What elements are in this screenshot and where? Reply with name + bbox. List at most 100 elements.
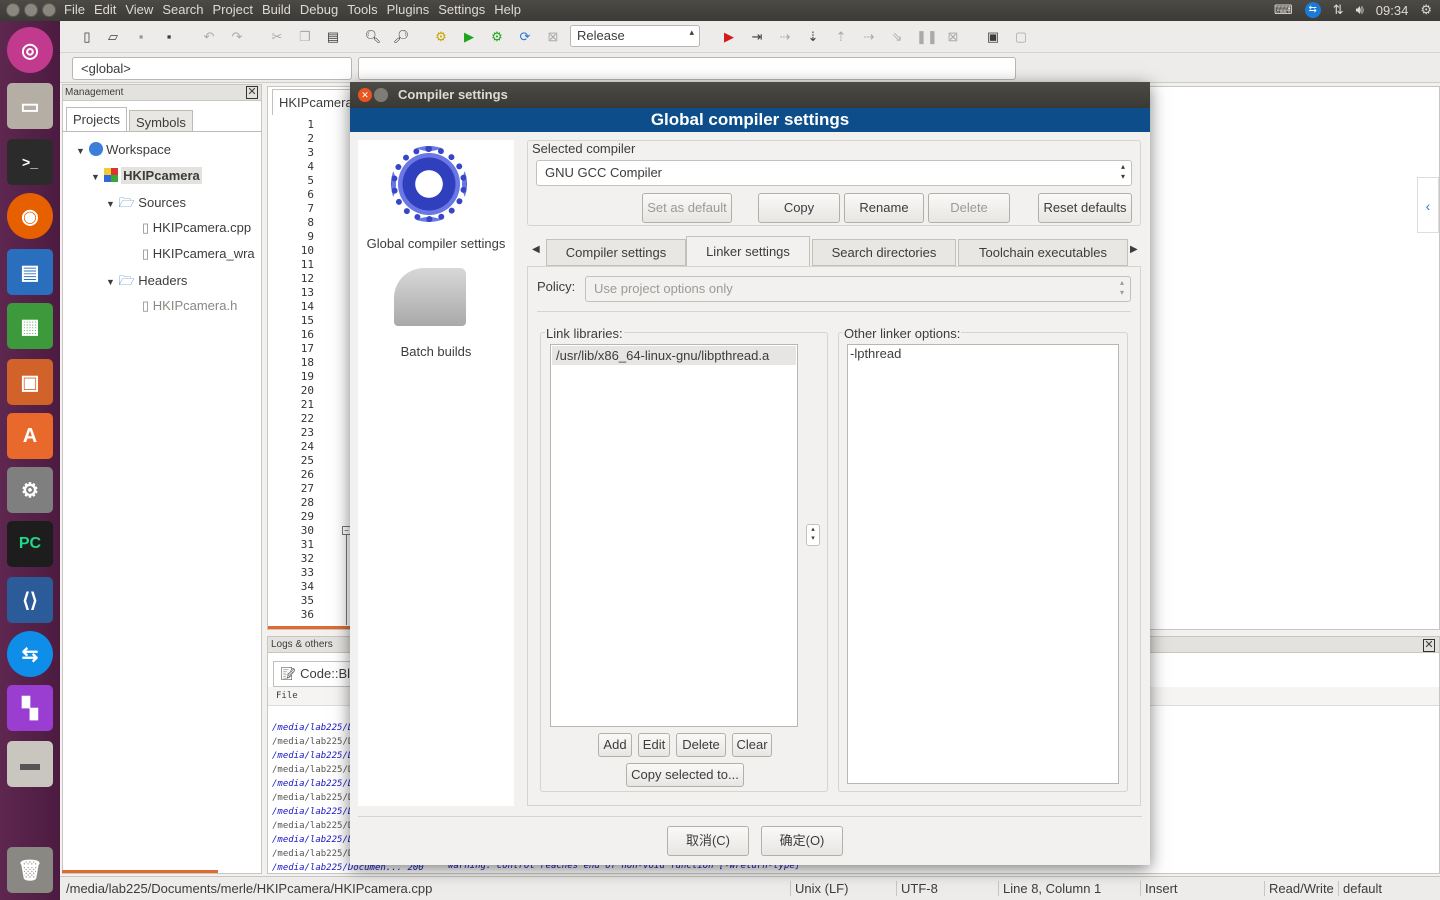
stop-debug-icon[interactable]: ⊠: [944, 28, 962, 46]
menu-view[interactable]: View: [125, 2, 153, 17]
writer-icon[interactable]: ▤: [7, 249, 53, 295]
trash-icon[interactable]: 🗑︎: [7, 847, 53, 893]
vscode-icon[interactable]: ⟨⟩: [7, 577, 53, 623]
delete-button[interactable]: Delete: [928, 193, 1010, 223]
paste-icon[interactable]: ▤: [324, 28, 342, 46]
tab-compiler-settings[interactable]: Compiler settings: [546, 239, 686, 266]
compiler-select[interactable]: GNU GCC Compiler ▴ ▾: [536, 160, 1132, 186]
save-icon[interactable]: ▪: [132, 28, 150, 46]
cut-icon[interactable]: ✂: [268, 28, 286, 46]
close-icon[interactable]: ✕: [358, 88, 372, 102]
maximize-window-icon[interactable]: [42, 3, 56, 17]
undo-icon[interactable]: ↶: [200, 28, 218, 46]
debug-icon[interactable]: ▶: [720, 28, 738, 46]
menu-edit[interactable]: Edit: [94, 2, 116, 17]
menu-file[interactable]: File: [64, 2, 85, 17]
files-icon[interactable]: ▭: [7, 83, 53, 129]
next-line-icon[interactable]: ⇢: [776, 28, 794, 46]
pycharm-icon[interactable]: PC: [7, 521, 53, 567]
list-item[interactable]: /usr/lib/x86_64-linux-gnu/libpthread.a: [552, 346, 796, 365]
open-file-icon[interactable]: ▱: [104, 28, 122, 46]
replace-icon[interactable]: 🔎︎: [392, 28, 410, 46]
codeblocks-icon[interactable]: ▚: [7, 685, 53, 731]
ubuntu-dash-icon[interactable]: ◎: [7, 27, 53, 73]
rename-button[interactable]: Rename: [844, 193, 924, 223]
splitter-spin-icon[interactable]: ▴ ▾: [806, 524, 820, 546]
chevron-left-icon[interactable]: ‹: [1417, 177, 1439, 233]
policy-select[interactable]: Use project options only ▴ ▾: [585, 276, 1131, 302]
calc-icon[interactable]: ▦: [7, 303, 53, 349]
drive-icon[interactable]: ▬: [7, 741, 53, 787]
tree-workspace[interactable]: ▼ Workspace: [76, 142, 171, 157]
next-instruction-icon[interactable]: ⇢: [860, 28, 878, 46]
teamviewer-icon[interactable]: ⇆: [1304, 2, 1321, 18]
tab-toolchain-executables[interactable]: Toolchain executables: [958, 239, 1128, 266]
tab-scroll-left-icon[interactable]: ◀: [532, 244, 540, 255]
keyboard-icon[interactable]: ⌨: [1274, 2, 1293, 18]
step-instruction-icon[interactable]: ⇘: [888, 28, 906, 46]
abort-icon[interactable]: ⊠: [544, 28, 562, 46]
cancel-button[interactable]: 取消(C): [667, 826, 749, 856]
log-tab-build[interactable]: 📝︎ Code::Bl: [273, 661, 358, 687]
editor-tab[interactable]: HKIPcamera: [272, 89, 360, 115]
tree-file[interactable]: ▯ HKIPcamera.cpp: [142, 220, 251, 236]
build-icon[interactable]: ⚙: [432, 28, 450, 46]
ok-button[interactable]: 确定(O): [761, 826, 843, 856]
new-file-icon[interactable]: ▯: [78, 28, 96, 46]
software-center-icon[interactable]: A: [7, 413, 53, 459]
build-target-select[interactable]: Release ▴: [570, 25, 700, 47]
clock[interactable]: 09:34: [1376, 3, 1409, 18]
reset-defaults-button[interactable]: Reset defaults: [1038, 193, 1132, 223]
tab-linker-settings[interactable]: Linker settings: [686, 236, 810, 267]
tree-headers[interactable]: ▼ 🗁 Headers: [106, 272, 187, 294]
save-all-icon[interactable]: ▪: [160, 28, 178, 46]
menu-plugins[interactable]: Plugins: [387, 2, 430, 17]
category-global-compiler[interactable]: Global compiler settings: [358, 140, 514, 252]
menu-settings[interactable]: Settings: [438, 2, 485, 17]
menu-tools[interactable]: Tools: [347, 2, 377, 17]
teamviewer-launcher-icon[interactable]: ⇆: [7, 631, 53, 677]
gear-icon[interactable]: ⚙: [1420, 2, 1432, 18]
tab-projects[interactable]: Projects: [66, 107, 127, 131]
copy-button[interactable]: Copy: [758, 193, 840, 223]
link-libraries-list[interactable]: /usr/lib/x86_64-linux-gnu/libpthread.a: [550, 344, 798, 727]
step-out-icon[interactable]: ⇡: [832, 28, 850, 46]
volume-icon[interactable]: 🔊︎: [1356, 2, 1364, 18]
terminal-icon[interactable]: >_: [7, 139, 53, 185]
other-linker-textarea[interactable]: -lpthread: [847, 344, 1119, 784]
tree-project[interactable]: ▼ HKIPcamera: [91, 167, 202, 184]
various-info-icon[interactable]: ▢: [1012, 28, 1030, 46]
menu-build[interactable]: Build: [262, 2, 291, 17]
system-settings-icon[interactable]: ⚙: [7, 467, 53, 513]
minimize-window-icon[interactable]: [24, 3, 38, 17]
minimize-icon[interactable]: [374, 88, 388, 102]
debug-windows-icon[interactable]: ▣: [984, 28, 1002, 46]
edit-button[interactable]: Edit: [638, 733, 670, 757]
category-batch-builds[interactable]: Batch builds: [358, 262, 514, 372]
menu-search[interactable]: Search: [162, 2, 203, 17]
menu-project[interactable]: Project: [213, 2, 253, 17]
step-into-icon[interactable]: ⇣: [804, 28, 822, 46]
tab-scroll-right-icon[interactable]: ▶: [1130, 244, 1138, 255]
menu-help[interactable]: Help: [494, 2, 521, 17]
function-select[interactable]: [358, 57, 1016, 80]
scope-select[interactable]: <global>: [72, 57, 352, 80]
add-button[interactable]: Add: [598, 733, 632, 757]
tree-file[interactable]: ▯ HKIPcamera_wra: [142, 246, 260, 262]
redo-icon[interactable]: ↷: [228, 28, 246, 46]
run-to-cursor-icon[interactable]: ⇥: [748, 28, 766, 46]
rebuild-icon[interactable]: ⟳: [516, 28, 534, 46]
set-as-default-button[interactable]: Set as default: [642, 193, 732, 223]
run-icon[interactable]: ▶: [460, 28, 478, 46]
find-icon[interactable]: 🔍︎: [364, 28, 382, 46]
firefox-icon[interactable]: ◉: [7, 193, 53, 239]
network-icon[interactable]: ⇅: [1333, 2, 1344, 18]
delete-library-button[interactable]: Delete: [676, 733, 726, 757]
tab-symbols[interactable]: Symbols: [129, 110, 193, 131]
impress-icon[interactable]: ▣: [7, 359, 53, 405]
close-icon[interactable]: ✕: [1423, 639, 1435, 652]
menu-debug[interactable]: Debug: [300, 2, 338, 17]
tree-sources[interactable]: ▼ 🗁 Sources: [106, 194, 186, 216]
close-icon[interactable]: ✕: [246, 86, 258, 99]
build-run-icon[interactable]: ⚙: [488, 28, 506, 46]
